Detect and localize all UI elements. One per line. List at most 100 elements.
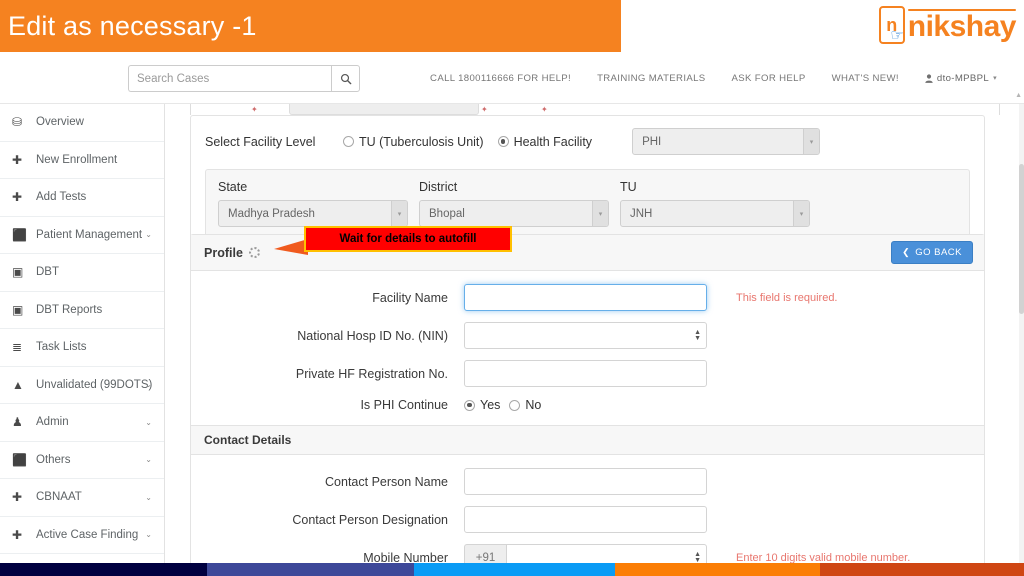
main-content: ✦ ✦ ✦ Select Facility Level TU (Tubercul… bbox=[165, 104, 1024, 576]
sidebar-item-patient-management[interactable]: ⬛ Patient Management ⌄ bbox=[0, 217, 164, 255]
sidebar-item-unvalidated-99dots[interactable]: ▲ Unvalidated (99DOTS) ⌄ bbox=[0, 367, 164, 405]
private-hf-registration-input[interactable] bbox=[464, 360, 707, 387]
sidebar-item-active-case-finding[interactable]: ✚ Active Case Finding ⌄ bbox=[0, 517, 164, 555]
chevron-down-icon: ⌄ bbox=[145, 380, 152, 389]
contact-person-name-input[interactable] bbox=[464, 468, 707, 495]
chevron-down-icon: ▾ bbox=[592, 201, 608, 226]
tab-remnant-mark: ✦ bbox=[481, 105, 488, 114]
tab-remnant-pill[interactable] bbox=[289, 104, 479, 115]
radio-circle-icon bbox=[509, 400, 520, 411]
nav-link-whats-new[interactable]: WHAT'S NEW! bbox=[819, 73, 912, 84]
nav-link-training-materials[interactable]: TRAINING MATERIALS bbox=[584, 73, 718, 84]
cursor-pointer-icon: ☞ bbox=[890, 28, 903, 43]
sidebar-item-dbt-reports[interactable]: ▣ DBT Reports bbox=[0, 292, 164, 330]
radio-phi-yes[interactable]: Yes bbox=[464, 398, 500, 412]
top-navbar: n ☞ nikshay CALL 1800116666 FOR HELP! TR… bbox=[0, 52, 1024, 104]
strip-segment-2 bbox=[207, 563, 414, 576]
search-input[interactable] bbox=[128, 65, 331, 92]
sidebar-item-label: DBT Reports bbox=[36, 304, 102, 316]
state-value: Madhya Pradesh bbox=[219, 208, 315, 220]
strip-segment-1 bbox=[0, 563, 207, 576]
user-icon bbox=[925, 74, 933, 83]
sidebar-item-label: New Enrollment bbox=[36, 154, 117, 166]
tu-value: JNH bbox=[621, 208, 652, 220]
navbar-links: CALL 1800116666 FOR HELP! TRAINING MATER… bbox=[417, 52, 1010, 104]
tab-remnant-mark: ✦ bbox=[251, 105, 258, 114]
money-icon: ▣ bbox=[12, 303, 32, 317]
chevron-down-icon: ▾ bbox=[391, 201, 407, 226]
sidebar-item-add-tests[interactable]: ✚ Add Tests bbox=[0, 179, 164, 217]
page-title: Profile bbox=[204, 246, 243, 260]
money-icon: ▣ bbox=[12, 265, 32, 279]
search-bar bbox=[128, 65, 360, 92]
radio-label: Health Facility bbox=[514, 135, 593, 149]
sidebar-item-label: Task Lists bbox=[36, 341, 87, 353]
tab-remnant-mark: ✦ bbox=[541, 105, 548, 114]
chevron-down-icon: ▾ bbox=[803, 129, 819, 154]
dashboard-icon: ⛁ bbox=[12, 115, 32, 129]
profile-panel-body: Facility Name This field is required. Na… bbox=[191, 271, 984, 425]
district-select[interactable]: Bhopal ▾ bbox=[419, 200, 609, 227]
callout-arrow-icon bbox=[272, 237, 308, 257]
sidebar-item-task-lists[interactable]: ≣ Task Lists bbox=[0, 329, 164, 367]
go-back-button[interactable]: ❮ GO BACK bbox=[891, 241, 973, 264]
contact-person-name-label: Contact Person Name bbox=[191, 475, 464, 489]
profile-panel: Profile ❮ GO BACK Facility Name This fie… bbox=[190, 234, 985, 576]
field-row-national-hosp-id: National Hosp ID No. (NIN) ▲▼ bbox=[191, 322, 984, 349]
bottom-color-strip bbox=[0, 563, 1024, 576]
strip-segment-5 bbox=[820, 563, 1024, 576]
chevron-down-icon: ⌄ bbox=[145, 230, 152, 239]
list-icon: ≣ bbox=[12, 340, 32, 354]
field-row-is-phi-continue: Is PHI Continue Yes No bbox=[191, 398, 984, 412]
plus-icon: ✚ bbox=[12, 490, 32, 504]
sidebar-item-admin[interactable]: ♟ Admin ⌄ bbox=[0, 404, 164, 442]
contact-details-header: Contact Details bbox=[191, 425, 984, 455]
scroll-up-icon[interactable]: ▲ bbox=[1015, 92, 1022, 99]
facility-level-label: Select Facility Level bbox=[205, 135, 343, 149]
sidebar-item-overview[interactable]: ⛁ Overview bbox=[0, 104, 164, 142]
radio-tu-tuberculosis-unit[interactable]: TU (Tuberculosis Unit) bbox=[343, 135, 484, 149]
vertical-scrollbar[interactable] bbox=[1019, 104, 1024, 576]
sidebar-item-dbt[interactable]: ▣ DBT bbox=[0, 254, 164, 292]
sidebar-item-new-enrollment[interactable]: ✚ New Enrollment bbox=[0, 142, 164, 180]
nav-link-call-help[interactable]: CALL 1800116666 FOR HELP! bbox=[417, 73, 584, 84]
plus-icon: ✚ bbox=[12, 153, 32, 167]
search-button[interactable] bbox=[331, 65, 360, 92]
plus-icon: ✚ bbox=[12, 528, 32, 542]
state-select[interactable]: Madhya Pradesh ▾ bbox=[218, 200, 408, 227]
state-column: State Madhya Pradesh ▾ bbox=[218, 180, 418, 227]
user-menu-label: dto-MPBPL bbox=[937, 73, 989, 84]
national-hosp-id-wrap: ▲▼ bbox=[464, 322, 707, 349]
profile-title-group: Profile bbox=[204, 246, 260, 260]
is-phi-continue-label: Is PHI Continue bbox=[191, 398, 464, 412]
sidebar-item-cbnaat[interactable]: ✚ CBNAAT ⌄ bbox=[0, 479, 164, 517]
sidebar-item-others[interactable]: ⬛ Others ⌄ bbox=[0, 442, 164, 480]
radio-phi-no[interactable]: No bbox=[509, 398, 541, 412]
sidebar-item-label: Overview bbox=[36, 116, 84, 128]
mobile-number-error: Enter 10 digits valid mobile number. bbox=[736, 552, 910, 564]
screen-root: Edit as necessary -1 n ☞ nikshay n ☞ nik… bbox=[0, 0, 1024, 576]
facility-level-row: Select Facility Level TU (Tuberculosis U… bbox=[205, 128, 970, 155]
national-hosp-id-input[interactable] bbox=[464, 322, 707, 349]
radio-circle-selected-icon bbox=[498, 136, 509, 147]
sidebar-item-label: Unvalidated (99DOTS) bbox=[36, 379, 152, 391]
nav-link-ask-for-help[interactable]: ASK FOR HELP bbox=[719, 73, 819, 84]
facility-name-input[interactable] bbox=[464, 284, 707, 311]
contact-person-designation-label: Contact Person Designation bbox=[191, 513, 464, 527]
radio-health-facility[interactable]: Health Facility bbox=[498, 135, 593, 149]
chevron-down-icon: ⌄ bbox=[145, 455, 152, 464]
annotation-callout-text: Wait for details to autofill bbox=[340, 233, 477, 245]
scrollbar-thumb[interactable] bbox=[1019, 164, 1024, 314]
tu-select[interactable]: JNH ▾ bbox=[620, 200, 810, 227]
radio-circle-icon bbox=[343, 136, 354, 147]
field-row-private-hf-registration: Private HF Registration No. bbox=[191, 360, 984, 387]
facility-type-select[interactable]: PHI ▾ bbox=[632, 128, 820, 155]
sidebar-item-label: Active Case Finding bbox=[36, 529, 138, 541]
tu-column: TU JNH ▾ bbox=[620, 180, 820, 227]
chevron-left-icon: ❮ bbox=[902, 247, 910, 258]
user-menu[interactable]: dto-MPBPL ▾ bbox=[912, 73, 1010, 84]
spinner-icon bbox=[249, 247, 260, 258]
contact-details-body: Contact Person Name Contact Person Desig… bbox=[191, 455, 984, 576]
contact-person-designation-input[interactable] bbox=[464, 506, 707, 533]
facility-level-radio-group: TU (Tuberculosis Unit) Health Facility bbox=[343, 135, 592, 149]
